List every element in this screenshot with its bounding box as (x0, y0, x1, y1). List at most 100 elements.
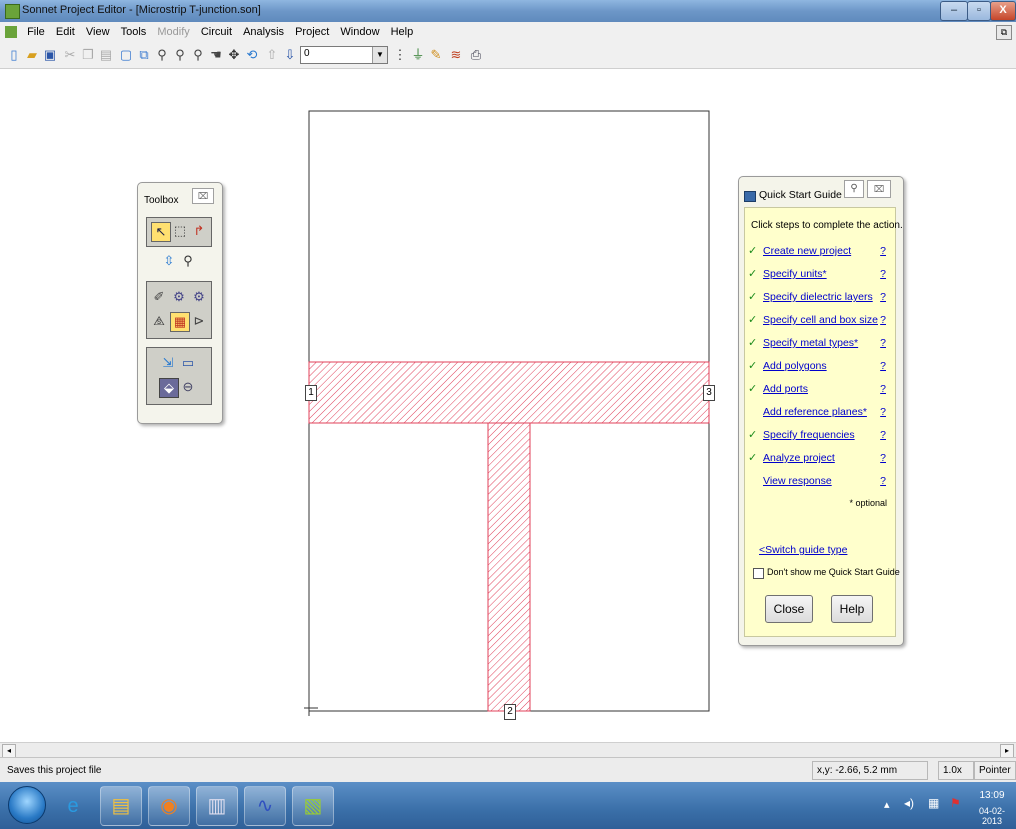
step-link[interactable]: Create new project (763, 245, 851, 257)
step-specify-units[interactable]: ✓ Specify units* ? (748, 267, 890, 285)
new-view-icon[interactable]: ▢ (118, 47, 134, 63)
port-1-label[interactable]: 1 (305, 385, 317, 401)
draw-polygon-icon[interactable]: ✐ (150, 288, 168, 306)
clock-time[interactable]: 13:09 (970, 790, 1014, 801)
quick-start-help-button[interactable]: Help (831, 595, 873, 623)
sonnet-viewer-icon[interactable]: ∿ (244, 786, 286, 826)
menu-analysis[interactable]: Analysis (239, 22, 288, 42)
menu-project[interactable]: Project (291, 22, 333, 42)
quick-start-close-icon[interactable]: ⌧ (867, 180, 891, 198)
new-file-icon[interactable]: ▯ (6, 47, 22, 63)
zoom-out-icon[interactable]: ⚲ (172, 47, 188, 63)
copy-icon[interactable]: ❐ (80, 47, 96, 63)
select-rect-icon[interactable]: ⬚ (171, 222, 189, 240)
step-help-link[interactable]: ? (880, 475, 886, 487)
network-icon[interactable]: ▦ (928, 796, 939, 810)
add-box-icon[interactable]: ▭ (179, 354, 197, 372)
volume-icon[interactable]: ◂) (904, 796, 914, 810)
add-parameter-icon[interactable]: ⊖ (179, 378, 197, 396)
down-level-icon[interactable]: ⇩ (282, 47, 298, 63)
scroll-left-icon[interactable]: ◂ (2, 744, 16, 758)
measure-icon[interactable]: ⇳ (160, 252, 178, 270)
port-icon[interactable]: ⏚ (410, 47, 426, 63)
horizontal-scrollbar[interactable]: ◂ ▸ (0, 742, 1016, 758)
add-component-icon[interactable]: ⬙ (159, 378, 179, 398)
paste-icon[interactable]: ▤ (98, 47, 114, 63)
file-explorer-icon[interactable]: ▤ (100, 786, 142, 826)
up-level-icon[interactable]: ⇧ (264, 47, 280, 63)
zoom-fit-icon[interactable]: ⚲ (190, 47, 206, 63)
menu-tools[interactable]: Tools (117, 22, 151, 42)
step-help-link[interactable]: ? (880, 337, 886, 349)
level-combo[interactable]: 0 ▼ (300, 46, 388, 64)
step-help-link[interactable]: ? (880, 314, 886, 326)
pan-view-icon[interactable]: ⧉ (136, 47, 152, 63)
step-specify-cell-and-box-size[interactable]: ✓ Specify cell and box size ? (748, 313, 890, 331)
menu-help[interactable]: Help (387, 22, 418, 42)
step-specify-dielectric-layers[interactable]: ✓ Specify dielectric layers ? (748, 290, 890, 308)
add-rectangle-icon[interactable]: ▦ (170, 312, 190, 332)
start-button[interactable] (8, 786, 46, 824)
cut-icon[interactable]: ✂ (62, 47, 78, 63)
menu-file[interactable]: File (23, 22, 49, 42)
step-add-ports[interactable]: ✓ Add ports ? (748, 382, 890, 400)
step-link[interactable]: Specify units* (763, 268, 827, 280)
toolbox-close-button[interactable]: ⌧ (192, 188, 214, 204)
menu-circuit[interactable]: Circuit (197, 22, 236, 42)
zoom-in-icon[interactable]: ⚲ (154, 47, 170, 63)
dont-show-checkbox[interactable] (753, 568, 764, 579)
clock-date[interactable]: 04-02-2013 (970, 806, 1014, 826)
save-icon[interactable]: ▣ (42, 47, 58, 63)
maximize-button[interactable]: ▫ (967, 1, 991, 21)
add-reference-plane-icon[interactable]: ⇲ (159, 354, 177, 372)
pin-icon[interactable]: ⚲ (844, 180, 864, 198)
step-link[interactable]: Specify dielectric layers (763, 291, 873, 303)
port-2-label[interactable]: 2 (504, 704, 516, 720)
minimize-button[interactable]: – (940, 1, 968, 21)
analyze-icon[interactable]: ≋ (448, 47, 464, 63)
mdi-restore-button[interactable]: ⧉ (996, 25, 1012, 40)
step-help-link[interactable]: ? (880, 268, 886, 280)
rotate-icon[interactable]: ⟲ (244, 47, 260, 63)
scroll-right-icon[interactable]: ▸ (1000, 744, 1014, 758)
step-help-link[interactable]: ? (880, 383, 886, 395)
sonnet-editor-icon[interactable]: ▧ (292, 786, 334, 826)
pointer-tool-icon[interactable]: ↖ (151, 222, 171, 242)
document-icon[interactable] (5, 26, 17, 38)
add-port-icon[interactable]: ⊳ (190, 312, 208, 330)
step-create-new-project[interactable]: ✓ Create new project ? (748, 244, 890, 262)
menu-window[interactable]: Window (336, 22, 383, 42)
metal-polygon-horizontal[interactable] (308, 361, 710, 424)
step-link[interactable]: Specify metal types* (763, 337, 858, 349)
step-help-link[interactable]: ? (880, 429, 886, 441)
tray-show-hidden-icon[interactable]: ▴ (884, 798, 890, 811)
word-icon[interactable]: ▥ (196, 786, 238, 826)
port-3-label[interactable]: 3 (703, 385, 715, 401)
menu-modify[interactable]: Modify (153, 22, 193, 42)
step-link[interactable]: Analyze project (763, 452, 835, 464)
pencil-icon[interactable]: ✎ (428, 47, 444, 63)
step-help-link[interactable]: ? (880, 360, 886, 372)
media-player-icon[interactable]: ◉ (148, 786, 190, 826)
step-specify-metal-types[interactable]: ✓ Specify metal types* ? (748, 336, 890, 354)
zoom-tool-icon[interactable]: ⚲ (179, 252, 197, 270)
step-link[interactable]: Specify cell and box size (763, 314, 878, 326)
menu-edit[interactable]: Edit (52, 22, 79, 42)
step-add-reference-planes[interactable]: Add reference planes* ? (748, 405, 890, 423)
step-help-link[interactable]: ? (880, 452, 886, 464)
menu-view[interactable]: View (82, 22, 114, 42)
step-add-polygons[interactable]: ✓ Add polygons ? (748, 359, 890, 377)
quick-start-close-button[interactable]: Close (765, 595, 813, 623)
step-view-response[interactable]: View response ? (748, 474, 890, 492)
print-icon[interactable]: ⎙ (468, 47, 484, 63)
step-link[interactable]: Specify frequencies (763, 429, 855, 441)
step-link[interactable]: View response (763, 475, 832, 487)
add-edge-via-icon[interactable]: ⧌ (150, 312, 168, 330)
add-dielectric-brick-icon[interactable]: ⚙ (190, 288, 208, 306)
internet-explorer-icon[interactable]: e (52, 786, 94, 826)
grid-icon[interactable]: ⋮ (392, 47, 408, 63)
step-link[interactable]: Add polygons (763, 360, 827, 372)
add-via-icon[interactable]: ⚙ (170, 288, 188, 306)
step-specify-frequencies[interactable]: ✓ Specify frequencies ? (748, 428, 890, 446)
step-help-link[interactable]: ? (880, 291, 886, 303)
